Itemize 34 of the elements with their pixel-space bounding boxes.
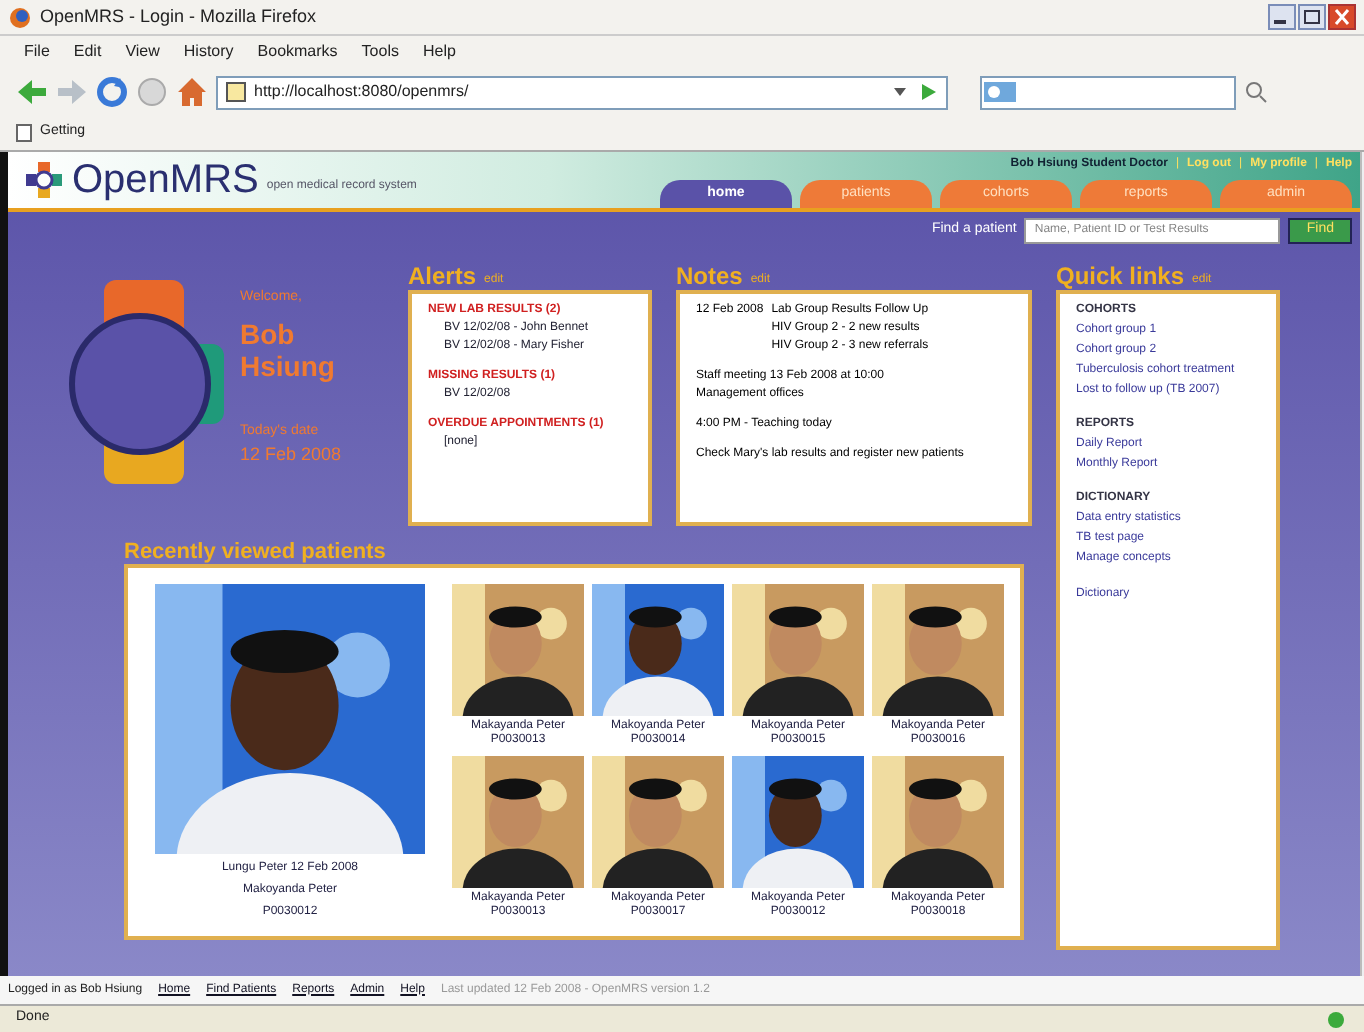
go-icon[interactable] xyxy=(918,82,938,102)
notes-title: Notes xyxy=(676,264,743,290)
stop-icon[interactable] xyxy=(136,76,168,108)
page-icon[interactable] xyxy=(226,82,246,102)
menu-item[interactable]: History xyxy=(183,40,234,64)
search-icon[interactable] xyxy=(1244,80,1268,104)
alerts-title: Alerts xyxy=(408,264,477,290)
firefox-icon[interactable] xyxy=(8,5,32,29)
menu-item[interactable]: File xyxy=(24,40,50,64)
back-icon[interactable] xyxy=(16,78,48,106)
menu-item[interactable]: Bookmarks xyxy=(257,40,338,64)
search-field[interactable] xyxy=(980,75,1236,109)
menu-item[interactable]: Tools xyxy=(361,40,399,64)
menu-item[interactable]: View xyxy=(125,40,160,64)
app-name: OpenMRS xyxy=(72,160,259,200)
user-first-name: Bob xyxy=(240,317,297,349)
status-icon[interactable] xyxy=(1324,1009,1348,1029)
window-title: OpenMRS - Login - Mozilla Firefox xyxy=(40,3,319,30)
menu-item[interactable]: Edit xyxy=(73,40,102,64)
date-text: 12 Feb 2008 xyxy=(240,442,342,468)
quick-links-title: Quick links xyxy=(1056,264,1185,290)
reload-icon[interactable] xyxy=(96,76,128,108)
user-last-name: Hsiung xyxy=(240,349,337,381)
menu-item[interactable]: Help xyxy=(422,40,456,64)
scrollbar[interactable] xyxy=(1360,152,1364,976)
close-icon[interactable] xyxy=(1328,4,1356,30)
maximize-icon[interactable] xyxy=(1298,4,1326,30)
home-icon[interactable] xyxy=(176,76,208,108)
page-icon[interactable] xyxy=(16,124,32,142)
logo-icon[interactable] xyxy=(24,160,64,200)
minimize-icon[interactable] xyxy=(1268,4,1296,30)
address-field[interactable]: http://localhost:8080/openmrs/ xyxy=(216,75,948,109)
section-title: Recently viewed patients xyxy=(124,540,388,564)
search-engine-icon[interactable] xyxy=(982,80,1018,104)
